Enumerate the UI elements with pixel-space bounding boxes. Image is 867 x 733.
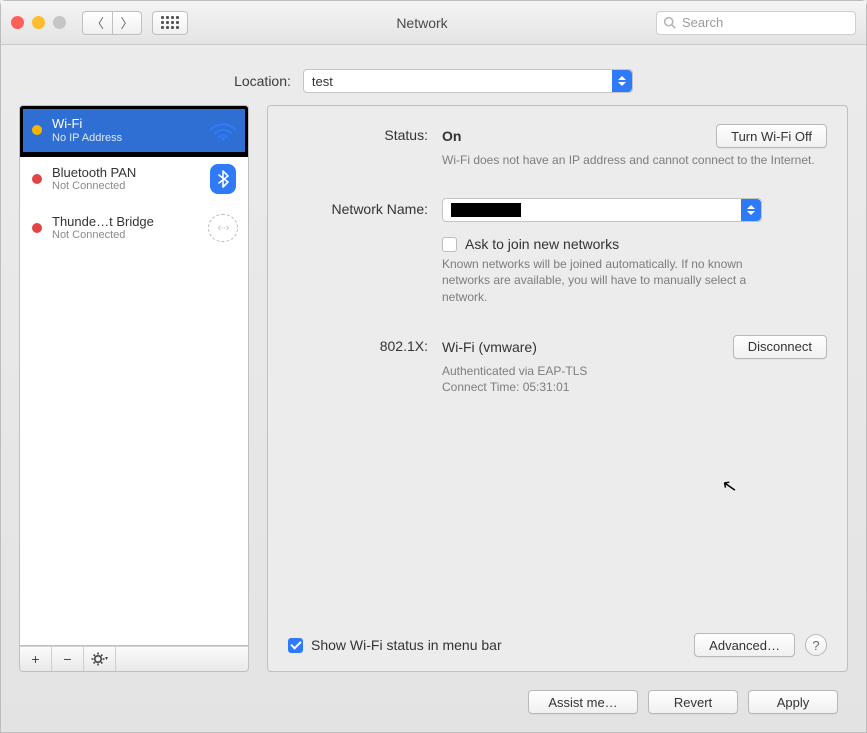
network-name-select[interactable] (442, 198, 762, 222)
zoom-window-icon[interactable] (53, 16, 66, 29)
location-row: Location: test (19, 69, 848, 93)
revert-button[interactable]: Revert (648, 690, 738, 714)
chevron-updown-icon (612, 70, 632, 92)
dot1x-label: 802.1X: (288, 335, 428, 354)
forward-button[interactable]: 〉 (112, 11, 142, 35)
dot1x-auth: Authenticated via EAP-TLS (442, 363, 827, 379)
show-status-checkbox[interactable] (288, 638, 303, 653)
add-service-button[interactable]: + (20, 647, 52, 671)
assist-me-button[interactable]: Assist me… (528, 690, 638, 714)
minimize-window-icon[interactable] (32, 16, 45, 29)
help-button[interactable]: ? (805, 634, 827, 656)
sidebar-item-wifi[interactable]: Wi-Fi No IP Address (20, 106, 248, 155)
cursor-icon: ↖ (720, 475, 739, 498)
show-all-prefs-button[interactable] (152, 11, 188, 35)
advanced-button[interactable]: Advanced… (694, 633, 795, 657)
service-status: Not Connected (52, 229, 198, 242)
close-window-icon[interactable] (11, 16, 24, 29)
network-name-value (451, 203, 521, 217)
service-name: Thunde…t Bridge (52, 214, 198, 230)
sidebar-item-bluetooth-pan[interactable]: Bluetooth PAN Not Connected (20, 155, 248, 204)
turn-wifi-off-button[interactable]: Turn Wi-Fi Off (716, 124, 827, 148)
show-status-label: Show Wi-Fi status in menu bar (311, 637, 502, 653)
network-name-label: Network Name: (288, 198, 428, 217)
status-label: Status: (288, 124, 428, 143)
thunderbolt-bridge-icon: ‹··› (208, 214, 238, 242)
search-field[interactable]: Search (656, 11, 856, 35)
status-dot-icon (32, 174, 42, 184)
ask-join-label: Ask to join new networks (465, 236, 619, 252)
service-name: Bluetooth PAN (52, 165, 198, 181)
window-titlebar: 〈 〉 Network Search (1, 1, 866, 45)
status-hint: Wi-Fi does not have an IP address and ca… (442, 152, 827, 168)
nav-back-forward: 〈 〉 (82, 11, 142, 35)
window-controls (11, 16, 66, 29)
apply-button[interactable]: Apply (748, 690, 838, 714)
dot1x-connect-time: Connect Time: 05:31:01 (442, 379, 827, 395)
service-status: Not Connected (52, 180, 198, 193)
back-button[interactable]: 〈 (82, 11, 112, 35)
status-value: On (442, 128, 461, 144)
gear-icon (91, 652, 109, 666)
ask-join-checkbox[interactable] (442, 237, 457, 252)
dot1x-profile: Wi-Fi (vmware) (442, 339, 537, 355)
search-placeholder: Search (682, 15, 723, 30)
service-name: Wi-Fi (52, 116, 198, 132)
grid-icon (161, 16, 179, 29)
footer-buttons: Assist me… Revert Apply (1, 684, 866, 732)
wifi-icon (208, 116, 238, 144)
location-label: Location: (234, 73, 291, 89)
service-actions-button[interactable] (84, 647, 116, 671)
ask-join-hint: Known networks will be joined automatica… (442, 256, 762, 305)
service-status: No IP Address (52, 132, 198, 145)
location-value: test (312, 74, 333, 89)
service-list: Wi-Fi No IP Address Bluetooth PAN Not Co… (19, 105, 249, 646)
remove-service-button[interactable]: − (52, 647, 84, 671)
sidebar-item-thunderbolt-bridge[interactable]: Thunde…t Bridge Not Connected ‹··› (20, 204, 248, 253)
network-preferences-window: 〈 〉 Network Search Location: test (0, 0, 867, 733)
bluetooth-icon (208, 165, 238, 193)
status-dot-icon (32, 223, 42, 233)
service-sidebar: Wi-Fi No IP Address Bluetooth PAN Not Co… (19, 105, 249, 672)
location-select[interactable]: test (303, 69, 633, 93)
status-dot-icon (32, 125, 42, 135)
disconnect-button[interactable]: Disconnect (733, 335, 827, 359)
detail-pane: Status: On Turn Wi-Fi Off Wi-Fi does not… (267, 105, 848, 672)
chevron-updown-icon (741, 199, 761, 221)
search-icon (663, 16, 676, 29)
window-title: Network (198, 15, 646, 31)
sidebar-toolbar: + − (19, 646, 249, 672)
